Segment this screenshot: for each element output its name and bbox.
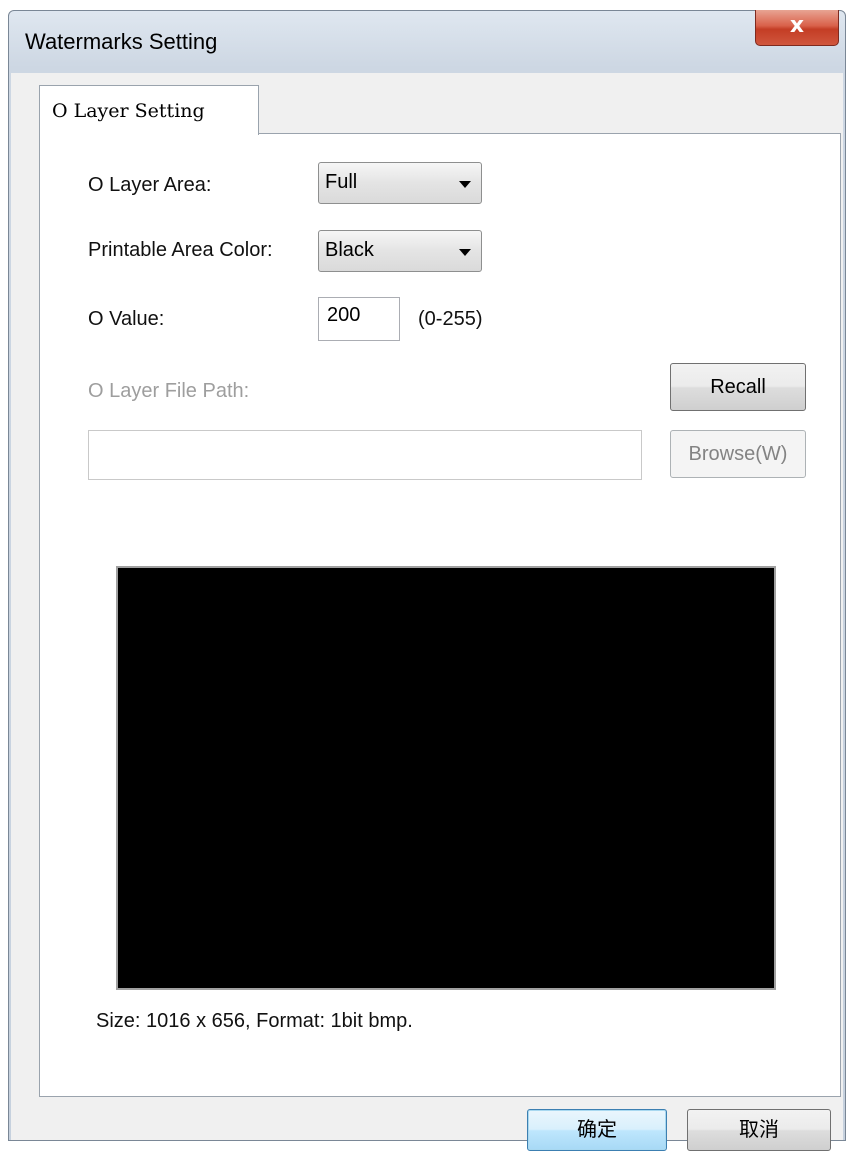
tab-label: O Layer Setting: [52, 100, 205, 122]
dialog-window: Watermarks Setting x O Layer Setting O L…: [8, 10, 846, 1151]
o-value-range: (0-255): [418, 308, 483, 330]
o-value-label: O Value:: [88, 308, 165, 330]
tab-o-layer-setting[interactable]: O Layer Setting: [39, 85, 259, 135]
recall-button[interactable]: Recall: [670, 363, 806, 411]
o-value-text: 200: [327, 304, 361, 326]
o-value-input[interactable]: 200: [318, 297, 400, 341]
o-layer-area-value: Full: [325, 171, 358, 193]
window-title: Watermarks Setting: [25, 29, 218, 54]
dialog-client-area: O Layer Setting O Layer Area: Full Print…: [11, 73, 843, 1151]
chevron-down-icon: [459, 249, 471, 256]
close-icon: x: [789, 13, 805, 38]
printable-area-color-select[interactable]: Black: [318, 230, 482, 272]
preview-info-text: Size: 1016 x 656, Format: 1bit bmp.: [96, 1010, 413, 1032]
browse-button[interactable]: Browse(W): [670, 430, 806, 478]
cancel-button[interactable]: 取消: [687, 1109, 831, 1151]
chevron-down-icon: [459, 181, 471, 188]
title-bar[interactable]: Watermarks Setting x: [9, 10, 845, 73]
printable-area-color-label: Printable Area Color:: [88, 239, 273, 261]
o-layer-preview: [116, 566, 776, 990]
o-layer-file-path-label: O Layer File Path:: [88, 380, 250, 402]
o-layer-area-select[interactable]: Full: [318, 162, 482, 204]
tab-panel: O Layer Area: Full Printable Area Color:…: [39, 133, 841, 1097]
o-layer-area-label: O Layer Area:: [88, 174, 212, 196]
ok-button[interactable]: 确定: [527, 1109, 667, 1151]
file-path-input[interactable]: [88, 430, 642, 480]
close-button[interactable]: x: [755, 10, 839, 46]
printable-area-color-value: Black: [325, 239, 374, 261]
